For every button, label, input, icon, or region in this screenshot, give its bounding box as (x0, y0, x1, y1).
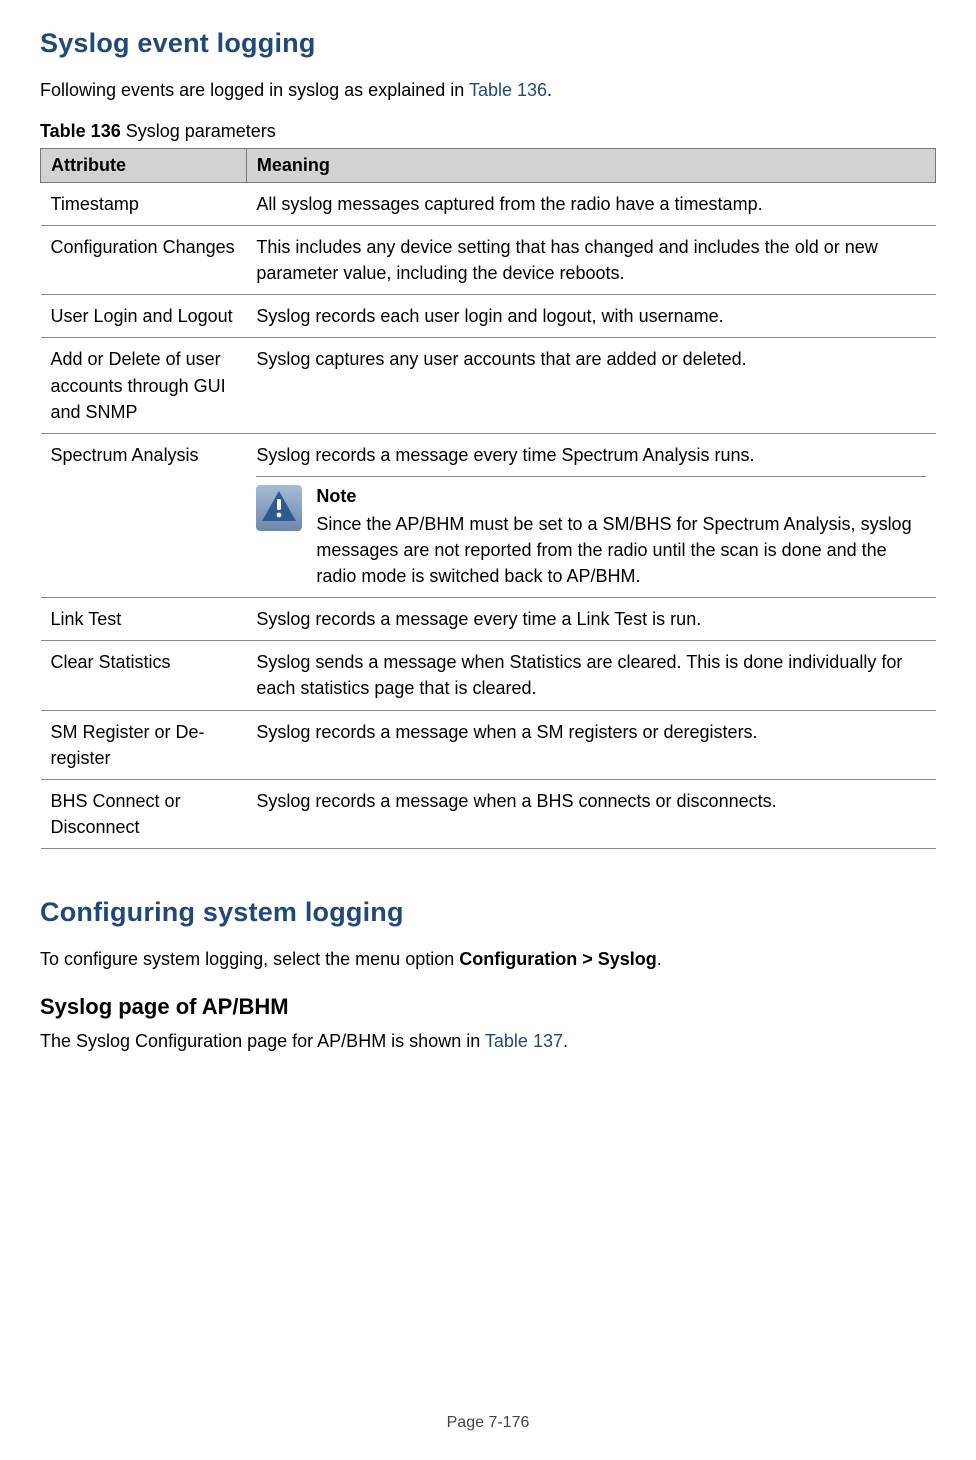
cell-meaning: Syslog records a message every time a Li… (246, 598, 935, 641)
cell-attribute: Add or Delete of user accounts through G… (41, 338, 247, 433)
info-icon (256, 485, 302, 531)
note-text-body: Since the AP/BHM must be set to a SM/BHS… (316, 514, 911, 586)
table-row: Clear Statistics Syslog sends a message … (41, 641, 936, 710)
link-table-137[interactable]: Table 137 (485, 1031, 563, 1051)
cell-meaning: Syslog records a message when a BHS conn… (246, 779, 935, 848)
intro-text-pre: Following events are logged in syslog as… (40, 80, 469, 100)
heading-configuring-system-logging: Configuring system logging (40, 897, 936, 928)
cell-attribute: Clear Statistics (41, 641, 247, 710)
cell-meaning: Syslog records each user login and logou… (246, 295, 935, 338)
cell-attribute: Link Test (41, 598, 247, 641)
cell-meaning: Syslog records a message when a SM regis… (246, 710, 935, 779)
table-caption-label: Table 136 (40, 121, 121, 141)
syslog-page-paragraph: The Syslog Configuration page for AP/BHM… (40, 1028, 936, 1054)
cell-meaning: All syslog messages captured from the ra… (246, 183, 935, 226)
syslog-page-text-post: . (563, 1031, 568, 1051)
table-row: Link Test Syslog records a message every… (41, 598, 936, 641)
table-row: Configuration Changes This includes any … (41, 226, 936, 295)
syslog-page-text-pre: The Syslog Configuration page for AP/BHM… (40, 1031, 485, 1051)
cell-meaning: This includes any device setting that ha… (246, 226, 935, 295)
table-row: Add or Delete of user accounts through G… (41, 338, 936, 433)
table-row: Spectrum Analysis Syslog records a messa… (41, 433, 936, 597)
column-header-meaning: Meaning (246, 149, 935, 183)
table-caption-desc: Syslog parameters (121, 121, 276, 141)
config-text-pre: To configure system logging, select the … (40, 949, 459, 969)
table-row: SM Register or De-register Syslog record… (41, 710, 936, 779)
cell-meaning: Syslog records a message every time Spec… (246, 433, 935, 597)
table-header-row: Attribute Meaning (41, 149, 936, 183)
intro-text-post: . (547, 80, 552, 100)
config-paragraph: To configure system logging, select the … (40, 946, 936, 972)
table-syslog-parameters: Attribute Meaning Timestamp All syslog m… (40, 148, 936, 849)
note-label: Note (316, 483, 925, 509)
note-content: Note Since the AP/BHM must be set to a S… (316, 483, 925, 589)
cell-attribute: Timestamp (41, 183, 247, 226)
cell-meaning-text: Syslog records a message every time Spec… (256, 442, 925, 468)
cell-meaning: Syslog captures any user accounts that a… (246, 338, 935, 433)
cell-attribute: Configuration Changes (41, 226, 247, 295)
column-header-attribute: Attribute (41, 149, 247, 183)
link-table-136[interactable]: Table 136 (469, 80, 547, 100)
table-row: User Login and Logout Syslog records eac… (41, 295, 936, 338)
cell-attribute: Spectrum Analysis (41, 433, 247, 597)
cell-attribute: BHS Connect or Disconnect (41, 779, 247, 848)
heading-syslog-event-logging: Syslog event logging (40, 28, 936, 59)
cell-attribute: User Login and Logout (41, 295, 247, 338)
heading-syslog-page-ap-bhm: Syslog page of AP/BHM (40, 994, 936, 1020)
page-footer: Page 7-176 (0, 1414, 976, 1432)
table-row: BHS Connect or Disconnect Syslog records… (41, 779, 936, 848)
menu-path-configuration-syslog: Configuration > Syslog (459, 949, 657, 969)
config-text-post: . (657, 949, 662, 969)
note-block: Note Since the AP/BHM must be set to a S… (256, 476, 925, 589)
document-page: Syslog event logging Following events ar… (0, 0, 976, 1460)
table-136-caption: Table 136 Syslog parameters (40, 121, 936, 142)
cell-meaning: Syslog sends a message when Statistics a… (246, 641, 935, 710)
table-row: Timestamp All syslog messages captured f… (41, 183, 936, 226)
cell-attribute: SM Register or De-register (41, 710, 247, 779)
intro-paragraph: Following events are logged in syslog as… (40, 77, 936, 103)
